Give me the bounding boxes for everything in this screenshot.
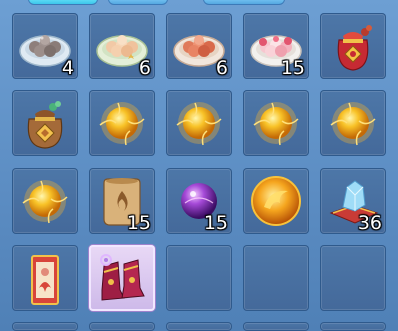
inventory-tab-3[interactable] bbox=[203, 0, 285, 5]
inventory-slot[interactable]: 4 bbox=[12, 13, 78, 79]
inventory-slot[interactable] bbox=[89, 90, 155, 156]
inventory-slot[interactable] bbox=[243, 90, 309, 156]
inventory-slot[interactable] bbox=[12, 90, 78, 156]
inventory-slot[interactable] bbox=[12, 245, 78, 311]
golden-orb-icon bbox=[330, 102, 376, 146]
inventory-tab-1[interactable] bbox=[28, 0, 98, 5]
item-quantity: 6 bbox=[138, 57, 151, 79]
item-quantity: 15 bbox=[280, 57, 305, 79]
golden-orb-icon bbox=[22, 180, 68, 224]
inventory-slot-selected[interactable] bbox=[89, 245, 155, 311]
inventory-slot[interactable]: 15 bbox=[166, 168, 232, 234]
red-charm-card-icon bbox=[31, 255, 59, 305]
inventory-slot[interactable]: 6 bbox=[89, 13, 155, 79]
item-quantity: 4 bbox=[61, 57, 74, 79]
inventory-tab-2[interactable] bbox=[108, 0, 168, 5]
inventory-slot-empty[interactable] bbox=[166, 322, 232, 331]
golden-orb-icon bbox=[99, 102, 145, 146]
item-quantity: 15 bbox=[203, 212, 228, 234]
inventory-slot[interactable] bbox=[320, 13, 386, 79]
inventory-slot[interactable]: 6 bbox=[166, 13, 232, 79]
golden-orb-icon bbox=[253, 102, 299, 146]
item-quantity: 36 bbox=[357, 212, 382, 234]
inventory-slot[interactable] bbox=[12, 168, 78, 234]
inventory-slot-empty[interactable] bbox=[243, 322, 309, 331]
red-lucky-bag-icon bbox=[337, 25, 372, 71]
inventory-slot-empty[interactable] bbox=[320, 322, 386, 331]
inventory-slot-empty[interactable] bbox=[166, 245, 232, 311]
brown-lucky-bag-icon bbox=[27, 101, 63, 149]
inventory-slot[interactable]: 15 bbox=[89, 168, 155, 234]
inventory-slot[interactable]: 36 bbox=[320, 168, 386, 234]
item-quantity: 6 bbox=[215, 57, 228, 79]
flame-disc-icon bbox=[251, 176, 301, 226]
inventory-slot[interactable] bbox=[243, 168, 309, 234]
inventory-slot-empty[interactable] bbox=[89, 322, 155, 331]
inventory-slot-empty[interactable] bbox=[12, 322, 78, 331]
inventory-slot[interactable] bbox=[320, 90, 386, 156]
golden-orb-icon bbox=[176, 102, 222, 146]
inventory-slot-empty[interactable] bbox=[320, 245, 386, 311]
item-quantity: 15 bbox=[126, 212, 151, 234]
inventory-slot[interactable] bbox=[166, 90, 232, 156]
inventory-slot-empty[interactable] bbox=[243, 245, 309, 311]
armored-boots-icon bbox=[100, 254, 145, 301]
inventory-slot[interactable]: 15 bbox=[243, 13, 309, 79]
